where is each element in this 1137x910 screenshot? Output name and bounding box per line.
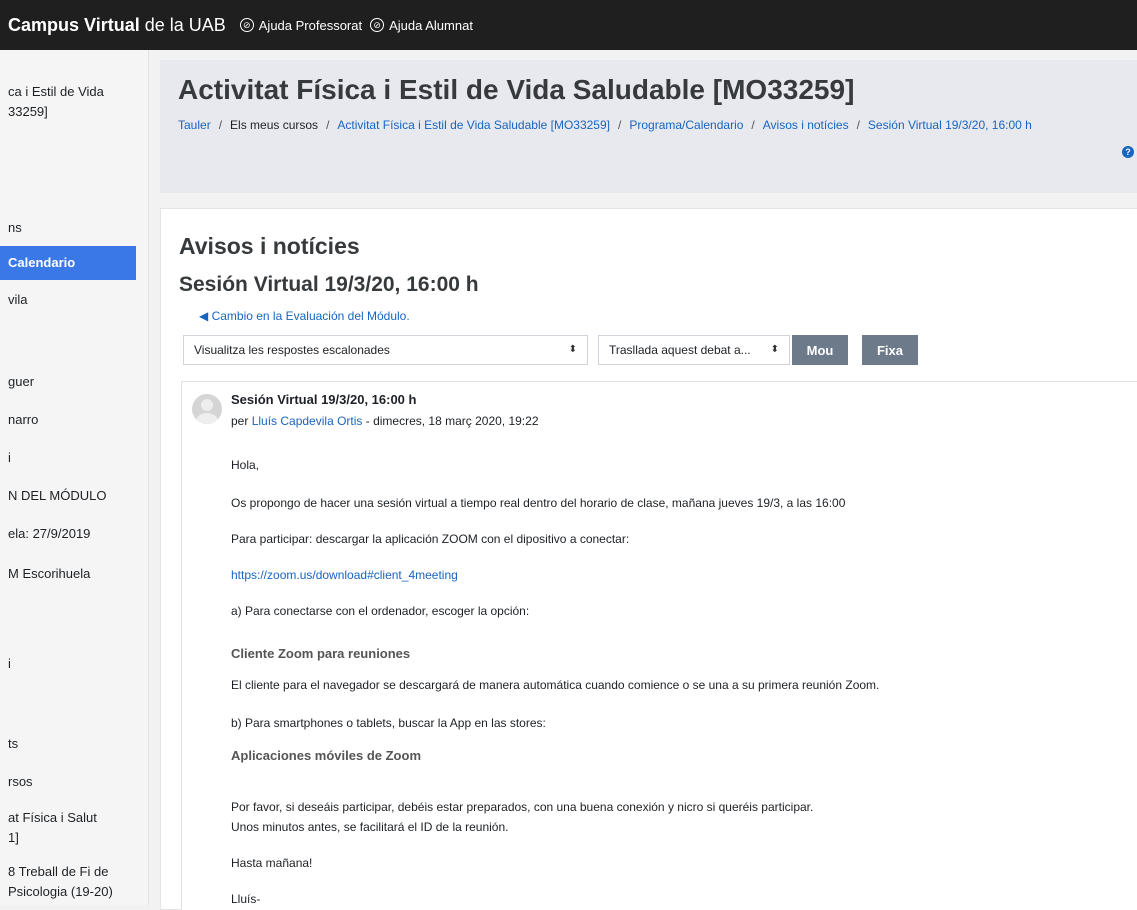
- help-icon[interactable]: ?: [1122, 146, 1134, 158]
- sidebar-item-tfg[interactable]: 8 Treball de Fi de: [8, 862, 108, 881]
- breadcrumb-avisos[interactable]: Avisos i notícies: [763, 118, 849, 132]
- breadcrumb-separator: /: [618, 118, 622, 132]
- sidebar-item-label: ca i Estil de Vida: [8, 84, 104, 99]
- avatar-body: [196, 413, 218, 424]
- sidebar-item-label: N DEL MÓDULO: [8, 488, 107, 503]
- sidebar-item-course[interactable]: ca i Estil de Vida: [8, 82, 104, 101]
- breadcrumb-separator: /: [856, 118, 860, 132]
- sidebar-item-label: 8 Treball de Fi de: [8, 864, 109, 879]
- post-paragraph: Unos minutos antes, se facilitará el ID …: [231, 820, 509, 834]
- brand-rest: de la UAB: [139, 14, 226, 35]
- compass-icon: ⊘: [370, 18, 385, 32]
- sidebar-item-ts[interactable]: ts: [8, 734, 18, 753]
- sidebar-item-label: rsos: [8, 774, 33, 789]
- sidebar-item-narro[interactable]: narro: [8, 410, 38, 429]
- display-mode-value: Visualitza les respostes escalonades: [194, 343, 390, 357]
- sidebar-item-label: 33259]: [8, 104, 48, 119]
- help-alumnat-label: Ajuda Alumnat: [389, 17, 473, 33]
- zoom-download-link[interactable]: https://zoom.us/download#client_4meeting: [231, 568, 458, 582]
- course-nav-drawer: ca i Estil de Vida 33259] ns Calendario …: [0, 50, 149, 905]
- post-paragraph: b) Para smartphones o tablets, buscar la…: [231, 716, 546, 730]
- sidebar-item-course-code[interactable]: 33259]: [8, 102, 48, 121]
- post-paragraph: a) Para conectarse con el ordenador, esc…: [231, 604, 530, 618]
- page-header: Activitat Física i Estil de Vida Saludab…: [160, 60, 1137, 193]
- previous-discussion-link[interactable]: ◀ Cambio en la Evaluación del Módulo.: [199, 309, 410, 323]
- help-professorat-link[interactable]: ⊘ Ajuda Professorat: [239, 17, 363, 33]
- avatar-head: [201, 399, 213, 411]
- site-brand[interactable]: Campus Virtual de la UAB: [8, 15, 226, 36]
- breadcrumb-discussion[interactable]: Sesión Virtual 19/3/20, 16:00 h: [868, 118, 1032, 132]
- brand-bold: Campus Virtual: [8, 14, 140, 35]
- sidebar-item-salut-code[interactable]: 1]: [8, 828, 19, 847]
- move-discussion-select[interactable]: Trasllada aquest debat a... ⬍: [598, 335, 790, 365]
- sidebar-item-capdevila[interactable]: vila: [8, 290, 28, 309]
- breadcrumb-separator: /: [326, 118, 330, 132]
- discussion-title: Sesión Virtual 19/3/20, 16:00 h: [179, 273, 479, 296]
- sidebar-item-i[interactable]: i: [8, 448, 11, 467]
- sidebar-item-i2[interactable]: i: [8, 654, 11, 673]
- display-mode-select[interactable]: Visualitza les respostes escalonades ⬍: [183, 335, 588, 365]
- post-by-label: per: [231, 414, 249, 428]
- sidebar-item-label: 1]: [8, 830, 19, 845]
- post-paragraph: Por favor, si deseáis participar, debéis…: [231, 800, 814, 814]
- page-title: Activitat Física i Estil de Vida Saludab…: [178, 74, 855, 105]
- sidebar-item-salut[interactable]: at Física i Salut: [8, 808, 97, 827]
- sidebar-item-label: narro: [8, 412, 39, 427]
- post-paragraph: Hola,: [231, 458, 260, 472]
- sidebar-item-label: i: [8, 450, 11, 465]
- post-subheading: Cliente Zoom para reuniones: [231, 646, 411, 661]
- post-author-link[interactable]: Lluís Capdevila Ortis: [252, 414, 363, 428]
- sidebar-item-modulo[interactable]: N DEL MÓDULO: [8, 486, 106, 505]
- sidebar-item-label: vila: [8, 292, 28, 307]
- select-arrows-icon: ⬍: [568, 344, 577, 355]
- sidebar-item-label: Calendario: [8, 255, 76, 270]
- sidebar-item-psicologia[interactable]: Psicologia (19-20): [8, 882, 113, 901]
- forum-post: Sesión Virtual 19/3/20, 16:00 h per Lluí…: [181, 381, 1137, 910]
- sidebar-item-date[interactable]: ela: 27/9/2019: [8, 524, 90, 543]
- breadcrumb-course[interactable]: Activitat Física i Estil de Vida Saludab…: [337, 118, 610, 132]
- move-button[interactable]: Mou: [792, 335, 848, 365]
- sidebar-item-sections[interactable]: ns: [8, 218, 22, 237]
- move-discussion-value: Trasllada aquest debat a...: [609, 343, 751, 357]
- pin-button[interactable]: Fixa: [862, 335, 918, 365]
- sidebar-item-label: M Escorihuela: [8, 566, 91, 581]
- sidebar-item-escorihuela[interactable]: M Escorihuela: [8, 564, 90, 583]
- sidebar-item-label: ela: 27/9/2019: [8, 526, 91, 541]
- post-subheading: Aplicaciones móviles de Zoom: [231, 748, 421, 763]
- post-signature: Lluís-: [231, 892, 261, 906]
- breadcrumb-els-meus-cursos: Els meus cursos: [230, 118, 319, 132]
- sidebar-item-cursos[interactable]: rsos: [8, 772, 33, 791]
- post-paragraph: Hasta mañana!: [231, 856, 313, 870]
- help-professorat-label: Ajuda Professorat: [258, 17, 363, 33]
- top-navbar: Campus Virtual de la UAB ⊘ Ajuda Profess…: [0, 0, 1137, 50]
- forum-title: Avisos i notícies: [179, 233, 360, 259]
- sidebar-item-label: ns: [8, 220, 22, 235]
- breadcrumb-programa[interactable]: Programa/Calendario: [629, 118, 743, 132]
- help-alumnat-link[interactable]: ⊘ Ajuda Alumnat: [370, 18, 473, 33]
- post-byline: per Lluís Capdevila Ortis - dimecres, 18…: [231, 414, 539, 428]
- select-arrows-icon: ⬍: [770, 344, 779, 355]
- post-paragraph: Para participar: descargar la aplicación…: [231, 532, 630, 546]
- post-paragraph: El cliente para el navegador se descarga…: [231, 678, 880, 692]
- main-content: Avisos i notícies Sesión Virtual 19/3/20…: [160, 208, 1137, 910]
- sidebar-item-guer[interactable]: guer: [8, 372, 34, 391]
- sidebar-item-label: ts: [8, 736, 19, 751]
- sidebar-item-label: at Física i Salut: [8, 810, 97, 825]
- sidebar-item-label: guer: [8, 374, 35, 389]
- post-date: - dimecres, 18 març 2020, 19:22: [362, 414, 539, 428]
- sidebar-item-label: Psicologia (19-20): [8, 884, 113, 899]
- breadcrumb-separator: /: [218, 118, 223, 132]
- breadcrumb-tauler[interactable]: Tauler: [178, 118, 211, 132]
- post-paragraph: Os propongo de hacer una sesión virtual …: [231, 496, 846, 510]
- breadcrumb: Tauler / Els meus cursos / Activitat Física …: [178, 118, 1032, 132]
- sidebar-item-calendario[interactable]: Calendario: [0, 246, 136, 280]
- compass-icon: ⊘: [239, 18, 254, 32]
- sidebar-item-label: i: [8, 656, 11, 671]
- breadcrumb-separator: /: [751, 118, 755, 132]
- post-subject: Sesión Virtual 19/3/20, 16:00 h: [231, 392, 417, 407]
- avatar[interactable]: [192, 394, 222, 424]
